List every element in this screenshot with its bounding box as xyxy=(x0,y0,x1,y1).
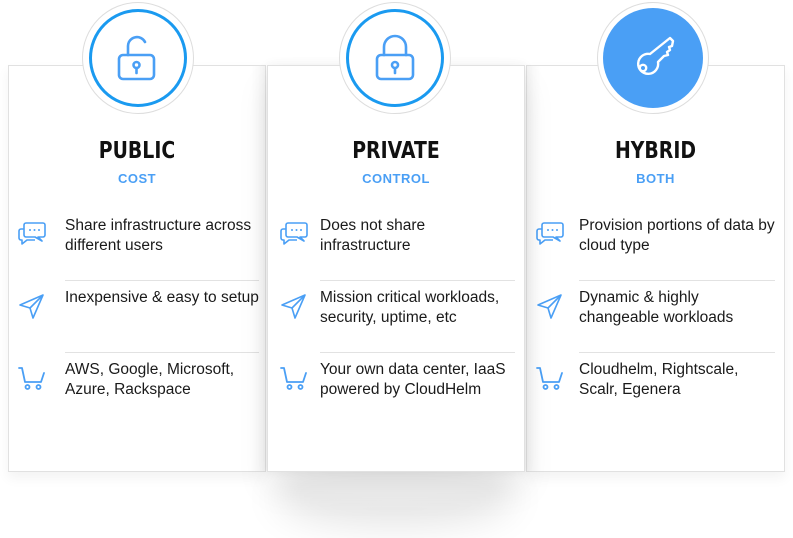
feature-item: Provision portions of data by cloud type xyxy=(527,209,784,281)
feature-text: Share infrastructure across different us… xyxy=(65,217,252,254)
plan-card-hybrid: HYBRID BOTH Provision portions of data b… xyxy=(526,65,785,472)
feature-text: Provision portions of data by cloud type xyxy=(579,217,775,254)
feature-text: Does not share infrastructure xyxy=(320,217,426,254)
feature-text: Cloudhelm, Rightscale, Scalr, Egenera xyxy=(579,361,739,398)
shopping-cart-icon xyxy=(536,367,563,390)
shopping-cart-icon xyxy=(280,367,307,390)
hybrid-badge xyxy=(597,2,709,114)
plan-title: PRIVATE xyxy=(352,138,440,164)
plan-card-public: PUBLIC COST Share infrastructure across … xyxy=(8,65,266,472)
private-badge xyxy=(339,2,451,114)
shopping-cart-icon xyxy=(18,367,45,390)
feature-text: AWS, Google, Microsoft, Azure, Rackspace xyxy=(65,361,235,398)
feature-text: Inexpensive & easy to setup xyxy=(65,289,259,306)
locked-padlock-icon xyxy=(375,34,415,81)
plan-card-private: PRIVATE CONTROL Does not share infrastru… xyxy=(267,65,525,472)
feature-item: Inexpensive & easy to setup xyxy=(9,281,265,353)
feature-item: Cloudhelm, Rightscale, Scalr, Egenera xyxy=(527,353,784,425)
feature-list: Share infrastructure across different us… xyxy=(9,209,265,425)
feature-item: Does not share infrastructure xyxy=(268,209,524,281)
chat-bubbles-icon xyxy=(536,222,564,245)
cloud-comparison: PUBLIC COST Share infrastructure across … xyxy=(0,0,793,538)
paper-plane-icon xyxy=(19,294,44,319)
public-badge xyxy=(82,2,194,114)
feature-list: Does not share infrastructure Mission cr… xyxy=(268,209,524,425)
plan-subtitle: BOTH xyxy=(636,171,675,186)
feature-text: Your own data center, IaaS powered by Cl… xyxy=(320,361,506,398)
feature-item: Your own data center, IaaS powered by Cl… xyxy=(268,353,524,425)
feature-item: Dynamic & highly changeable workloads xyxy=(527,281,784,353)
feature-list: Provision portions of data by cloud type… xyxy=(527,209,784,425)
badge-ring xyxy=(89,9,187,107)
paper-plane-icon xyxy=(281,294,306,319)
feature-item: Mission critical workloads, security, up… xyxy=(268,281,524,353)
chat-bubbles-icon xyxy=(280,222,308,245)
unlocked-padlock-icon xyxy=(117,35,156,81)
badge-ring xyxy=(346,9,444,107)
plan-subtitle: COST xyxy=(117,171,157,186)
feature-item: Share infrastructure across different us… xyxy=(9,209,265,281)
feature-item: AWS, Google, Microsoft, Azure, Rackspace xyxy=(9,353,265,425)
badge-fill xyxy=(603,8,703,108)
paper-plane-icon xyxy=(537,294,562,319)
feature-text: Mission critical workloads, security, up… xyxy=(320,289,500,326)
plan-subtitle: CONTROL xyxy=(362,171,430,186)
plan-title: PUBLIC xyxy=(98,138,176,164)
plan-title: HYBRID xyxy=(614,138,697,164)
key-icon xyxy=(636,36,675,76)
card-shadow xyxy=(290,473,500,503)
feature-text: Dynamic & highly changeable workloads xyxy=(579,289,734,326)
chat-bubbles-icon xyxy=(18,222,46,245)
